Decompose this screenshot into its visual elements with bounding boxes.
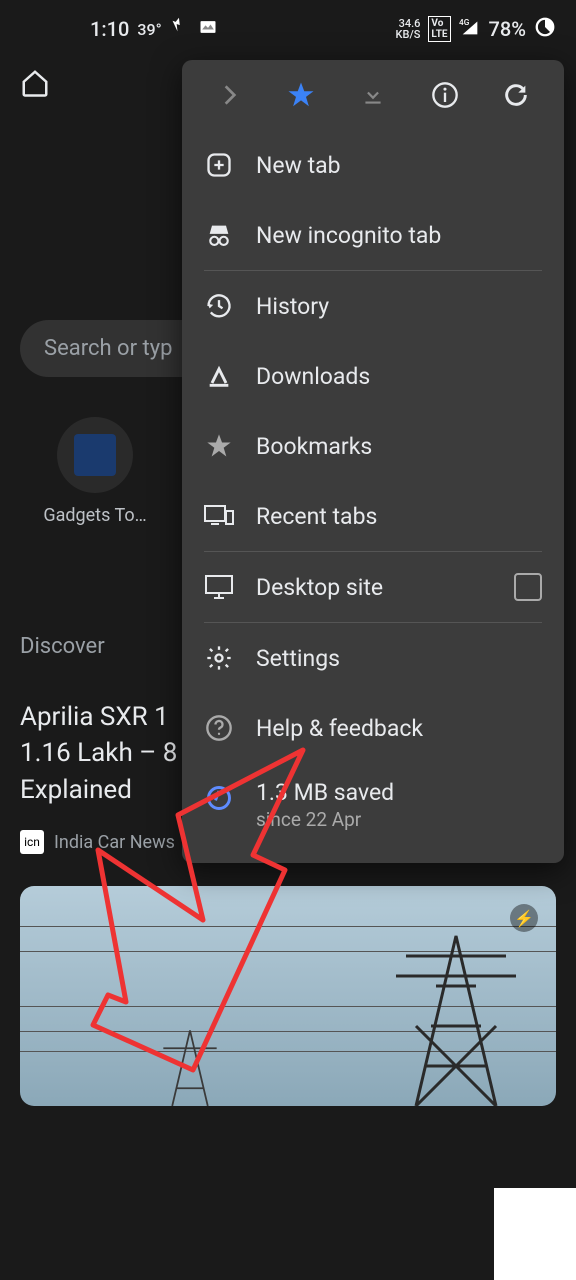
data-saved-label: 1.3 MB saved — [256, 779, 394, 806]
menu-help[interactable]: Help & feedback — [182, 693, 564, 763]
data-since-label: since 22 Apr — [256, 808, 394, 831]
menu-label: History — [256, 293, 329, 320]
screenshot-icon — [198, 17, 218, 42]
menu-label: Desktop site — [256, 574, 383, 601]
battery-percent: 78% — [489, 17, 526, 41]
forward-icon[interactable] — [215, 80, 245, 110]
bookmark-star-icon[interactable] — [286, 80, 316, 110]
desktop-icon — [204, 572, 234, 602]
home-icon[interactable] — [20, 68, 50, 102]
signal-icon: 4G — [459, 17, 481, 42]
menu-label: New incognito tab — [256, 222, 441, 249]
amp-icon: ⚡ — [510, 904, 538, 932]
incognito-icon — [204, 220, 234, 250]
menu-settings[interactable]: Settings — [182, 623, 564, 693]
menu-downloads[interactable]: Downloads — [182, 341, 564, 411]
svg-text:4G: 4G — [459, 18, 470, 28]
volte-icon: VoLTE — [428, 16, 450, 42]
battery-icon — [534, 16, 556, 43]
menu-label: Settings — [256, 645, 340, 672]
clock: 1:10 — [90, 17, 129, 41]
data-rate: 34.6KB/S — [396, 18, 421, 40]
history-icon — [204, 291, 234, 321]
menu-history[interactable]: History — [182, 271, 564, 341]
status-bar: 1:10 39° 34.6KB/S VoLTE 4G 78% — [0, 0, 576, 50]
weather-icon — [170, 17, 190, 42]
menu-bookmarks[interactable]: Bookmarks — [182, 411, 564, 481]
data-saver-icon — [204, 783, 234, 813]
chrome-menu: New tab New incognito tab History Downlo… — [182, 60, 564, 863]
menu-label: New tab — [256, 152, 341, 179]
menu-label: Help & feedback — [256, 715, 423, 742]
shortcut-gadgets[interactable]: Gadgets To… — [40, 417, 150, 574]
power-tower-icon — [396, 926, 516, 1106]
bookmarks-icon — [204, 431, 234, 461]
search-placeholder: Search or typ — [44, 336, 172, 361]
feed-image-card[interactable]: ⚡ — [20, 886, 556, 1106]
reload-icon[interactable] — [501, 80, 531, 110]
power-tower-icon — [160, 1026, 220, 1106]
menu-desktop-site[interactable]: Desktop site — [182, 552, 564, 622]
menu-new-tab[interactable]: New tab — [182, 130, 564, 200]
source-icon: icn — [20, 830, 44, 854]
menu-incognito[interactable]: New incognito tab — [182, 200, 564, 270]
menu-recent-tabs[interactable]: Recent tabs — [182, 481, 564, 551]
downloads-icon — [204, 361, 234, 391]
desktop-checkbox[interactable] — [514, 573, 542, 601]
menu-data-saver[interactable]: 1.3 MB saved since 22 Apr — [182, 763, 564, 851]
menu-label: Downloads — [256, 363, 370, 390]
article-source: India Car News — [54, 832, 175, 853]
gear-icon — [204, 643, 234, 673]
menu-label: Bookmarks — [256, 433, 372, 460]
menu-label: Recent tabs — [256, 503, 377, 530]
info-icon[interactable] — [430, 80, 460, 110]
new-tab-icon — [204, 150, 234, 180]
white-overlay — [494, 1188, 576, 1280]
recent-tabs-icon — [204, 501, 234, 531]
download-icon[interactable] — [358, 80, 388, 110]
temperature: 39° — [137, 20, 161, 39]
help-icon — [204, 713, 234, 743]
